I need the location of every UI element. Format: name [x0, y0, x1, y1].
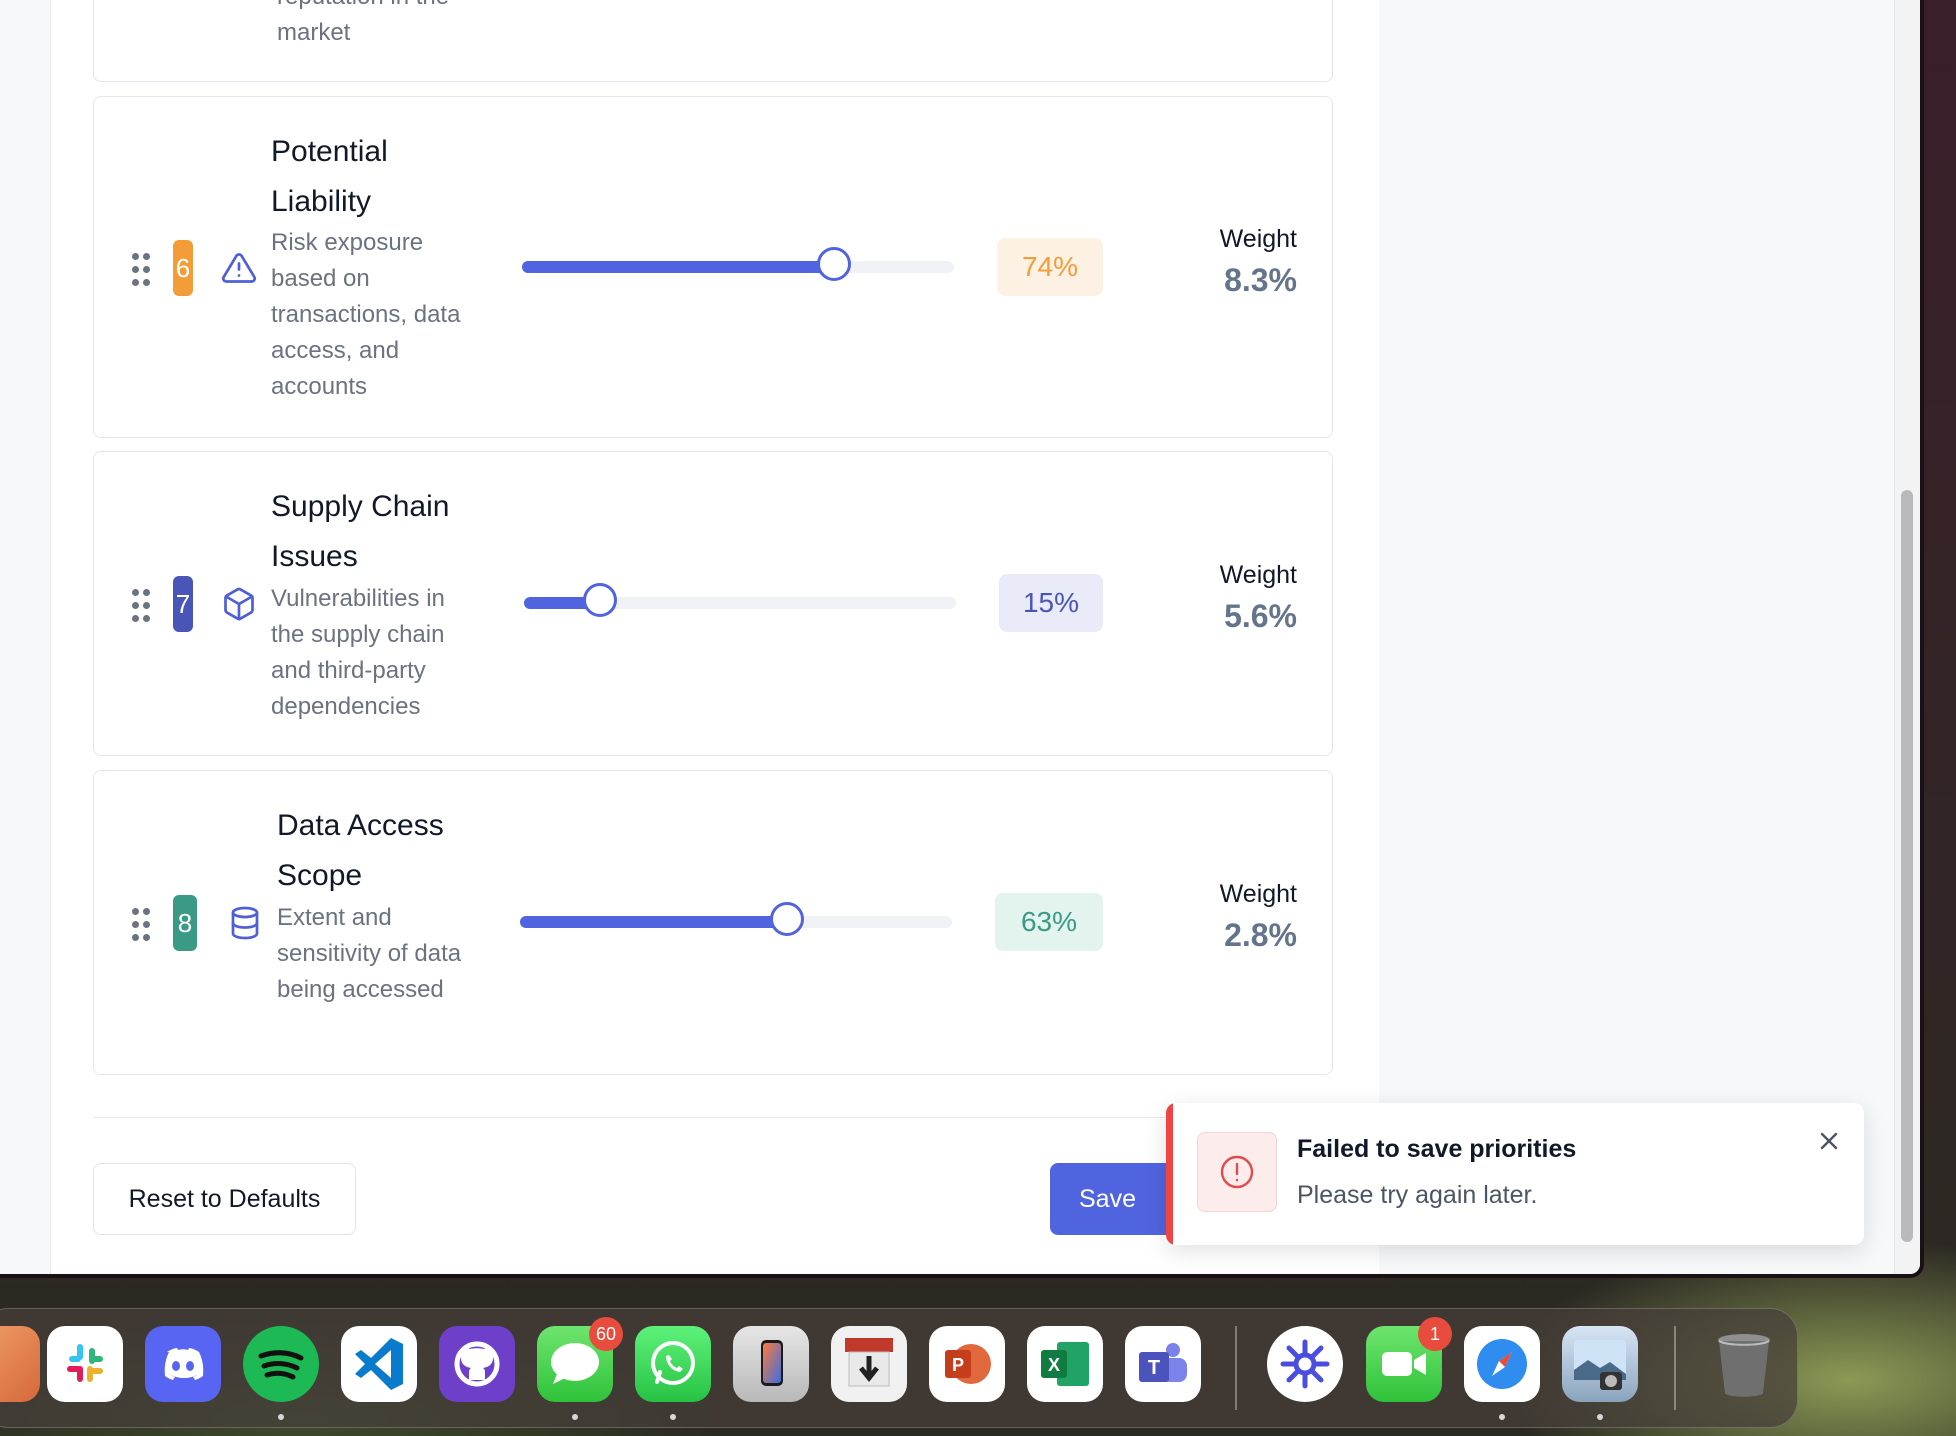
- dock-separator: [1235, 1326, 1237, 1410]
- drag-handle-icon[interactable]: [132, 589, 152, 623]
- slider-knob[interactable]: [770, 902, 804, 936]
- messages-badge: 60: [589, 1317, 623, 1351]
- trash-icon[interactable]: [1706, 1326, 1782, 1402]
- toast-message: Please try again later.: [1297, 1181, 1538, 1209]
- importance-slider[interactable]: [524, 583, 956, 617]
- error-toast: Failed to save priorities Please try aga…: [1166, 1103, 1864, 1245]
- preview-icon[interactable]: [1562, 1326, 1638, 1402]
- slider-fill: [520, 916, 787, 928]
- running-indicator: [1499, 1414, 1505, 1420]
- database-icon: [227, 905, 263, 941]
- spotify-icon[interactable]: [243, 1326, 319, 1402]
- percent-badge: 74%: [997, 238, 1103, 296]
- toast-title: Failed to save priorities: [1297, 1135, 1577, 1163]
- running-indicator: [1597, 1414, 1603, 1420]
- weight-label: Weight: [1219, 561, 1297, 589]
- transmit-icon[interactable]: [831, 1326, 907, 1402]
- reset-defaults-button[interactable]: Reset to Defaults: [93, 1163, 356, 1235]
- rank-badge: 7: [173, 576, 193, 632]
- priority-card: reputation in the market: [93, 0, 1333, 82]
- whatsapp-icon[interactable]: [635, 1326, 711, 1402]
- partial-app-icon[interactable]: [0, 1326, 40, 1402]
- running-indicator: [670, 1414, 676, 1420]
- discord-icon[interactable]: [145, 1326, 221, 1402]
- iphone-mirroring-icon[interactable]: [733, 1326, 809, 1402]
- priority-description: Risk exposure based on transactions, dat…: [271, 229, 461, 400]
- slider-knob[interactable]: [583, 583, 617, 617]
- weight-value: 2.8%: [1224, 917, 1297, 953]
- priority-card-6: 6 Potential Liability Risk exposure base…: [93, 96, 1333, 438]
- alert-circle-icon: [1197, 1132, 1277, 1212]
- priority-card-7: 7 Supply Chain Issues Vulnerabilities in…: [93, 451, 1333, 756]
- app-window: reputation in the market 6 Potential Lia…: [0, 0, 1924, 1278]
- weight-value: 5.6%: [1224, 598, 1297, 634]
- teams-icon[interactable]: T: [1125, 1326, 1201, 1402]
- priority-description: Extent and sensitivity of data being acc…: [277, 904, 462, 1003]
- vscode-icon[interactable]: [341, 1326, 417, 1402]
- github-desktop-icon[interactable]: [439, 1326, 515, 1402]
- running-indicator: [278, 1414, 284, 1420]
- rank-badge: 6: [173, 240, 193, 296]
- importance-slider[interactable]: [522, 247, 954, 281]
- weight-value: 8.3%: [1224, 262, 1297, 298]
- svg-text:T: T: [1148, 1357, 1160, 1379]
- perplexity-icon[interactable]: [1267, 1326, 1343, 1402]
- toast-accent-bar: [1166, 1103, 1173, 1245]
- drag-handle-icon[interactable]: [132, 253, 152, 287]
- weight-label: Weight: [1219, 225, 1297, 253]
- package-icon: [221, 586, 257, 622]
- priority-title: Data Access Scope: [277, 809, 444, 892]
- powerpoint-icon[interactable]: P: [929, 1326, 1005, 1402]
- svg-text:X: X: [1048, 1355, 1060, 1375]
- slack-icon[interactable]: [47, 1326, 123, 1402]
- percent-badge: 15%: [999, 574, 1103, 632]
- scrollbar-thumb[interactable]: [1901, 490, 1913, 1242]
- slider-fill: [522, 261, 834, 273]
- percent-badge: 63%: [995, 893, 1103, 951]
- dock-separator: [1674, 1326, 1676, 1410]
- running-indicator: [572, 1414, 578, 1420]
- alert-triangle-icon: [221, 250, 257, 286]
- priority-description: Vulnerabilities in the supply chain and …: [271, 585, 445, 720]
- importance-slider[interactable]: [520, 902, 952, 936]
- slider-knob[interactable]: [817, 247, 851, 281]
- svg-text:P: P: [952, 1355, 964, 1375]
- close-icon[interactable]: [1813, 1125, 1845, 1157]
- safari-icon[interactable]: [1464, 1326, 1540, 1402]
- right-gutter: [1379, 0, 1893, 1274]
- excel-icon[interactable]: X: [1027, 1326, 1103, 1402]
- facetime-badge: 1: [1418, 1317, 1452, 1351]
- priority-title: Supply Chain Issues: [271, 490, 450, 573]
- weight-label: Weight: [1219, 880, 1297, 908]
- rank-badge: 8: [173, 895, 197, 951]
- priority-title: Potential Liability: [271, 135, 388, 218]
- priority-card-8: 8 Data Access Scope Extent and sensitivi…: [93, 770, 1333, 1075]
- priority-description: reputation in the market: [277, 0, 449, 46]
- drag-handle-icon[interactable]: [132, 908, 152, 942]
